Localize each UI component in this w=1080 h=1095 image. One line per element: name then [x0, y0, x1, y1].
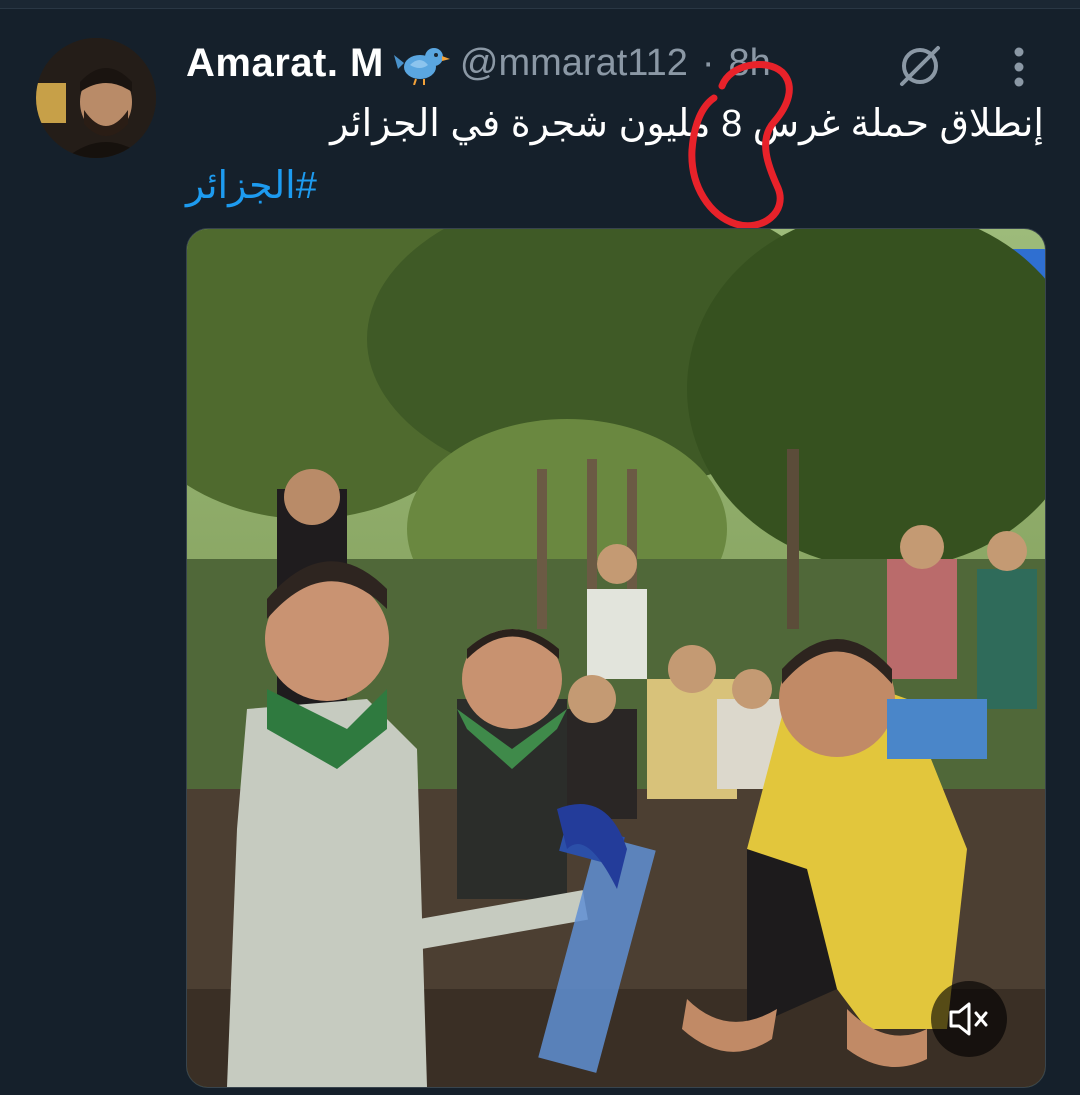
video-player[interactable]	[186, 228, 1046, 1088]
speaker-muted-icon	[949, 1002, 988, 1036]
more-vertical-icon[interactable]	[1004, 44, 1034, 90]
video-frame	[187, 229, 1045, 1087]
bird-icon	[393, 41, 450, 86]
reply-disabled-icon[interactable]	[892, 38, 948, 94]
separator-dot: ·	[701, 41, 715, 84]
avatar[interactable]	[36, 38, 156, 158]
tweet-text: إنطلاق حملة غرس 8 مليون شجرة في الجزائر	[330, 103, 1044, 145]
handle[interactable]: @mmarat112	[460, 42, 688, 85]
mute-toggle-button[interactable]	[931, 981, 1007, 1057]
timestamp[interactable]: 8h	[729, 42, 771, 85]
hashtag-link[interactable]: #الجزائر	[186, 158, 317, 214]
tweet-header: Amarat. M @mmarat112 · 8h	[186, 38, 771, 88]
display-name[interactable]: Amarat. M	[186, 41, 384, 86]
avatar-photo	[36, 38, 156, 158]
tweet[interactable]: Amarat. M @mmarat112 · 8h إنطلاق حملة غر…	[0, 8, 1080, 1095]
